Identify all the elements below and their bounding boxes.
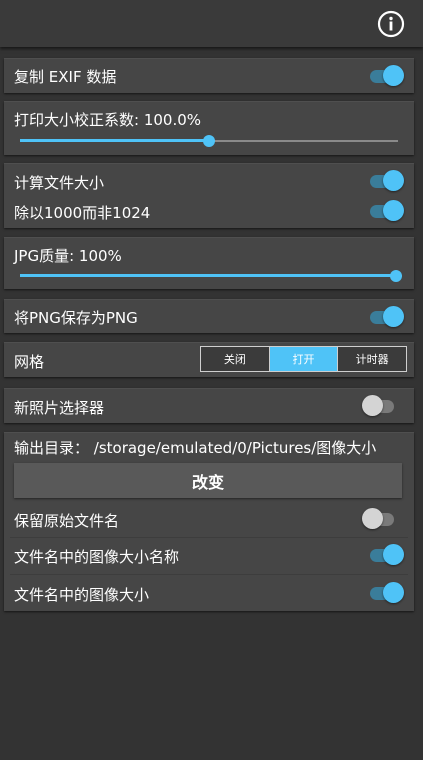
png-card: 将PNG保存为PNG <box>4 299 414 333</box>
top-app-bar <box>0 0 423 47</box>
output-card: 输出目录： /storage/emulated/0/Pictures/图像大小 … <box>4 432 414 611</box>
size-name-label: 文件名中的图像大小名称 <box>14 548 180 566</box>
file-size-card: 计算文件大小 除以1000而非1024 <box>4 163 414 228</box>
info-icon[interactable] <box>376 9 406 39</box>
print-size-slider[interactable] <box>20 131 398 151</box>
new-picker-card: 新照片选择器 <box>4 388 414 423</box>
copy-exif-card: 复制 EXIF 数据 <box>4 58 414 93</box>
new-picker-label: 新照片选择器 <box>14 399 105 417</box>
grid-label: 网格 <box>14 353 45 371</box>
output-dir-label: 输出目录： /storage/emulated/0/Pictures/图像大小 <box>14 439 377 457</box>
size-label: 文件名中的图像大小 <box>14 586 150 604</box>
grid-segmented-control: 关闭 打开 计时器 <box>200 346 407 372</box>
print-size-label: 打印大小校正系数: 100.0% <box>14 111 202 129</box>
change-button[interactable]: 改变 <box>14 463 402 498</box>
keep-name-label: 保留原始文件名 <box>14 512 120 530</box>
png-toggle[interactable] <box>368 305 404 329</box>
grid-option-off[interactable]: 关闭 <box>201 347 270 371</box>
jpg-quality-label: JPG质量: 100% <box>14 247 122 265</box>
size-toggle[interactable] <box>368 581 404 605</box>
grid-option-timer[interactable]: 计时器 <box>338 347 406 371</box>
png-label: 将PNG保存为PNG <box>14 309 138 327</box>
jpg-quality-slider[interactable] <box>20 266 402 286</box>
new-picker-toggle[interactable] <box>362 394 398 418</box>
keep-name-toggle[interactable] <box>362 507 398 531</box>
divide-1000-label: 除以1000而非1024 <box>14 204 151 222</box>
calc-file-size-label: 计算文件大小 <box>14 174 105 192</box>
calc-file-size-toggle[interactable] <box>368 169 404 193</box>
size-name-toggle[interactable] <box>368 543 404 567</box>
grid-option-on[interactable]: 打开 <box>269 347 339 371</box>
jpg-quality-card: JPG质量: 100% <box>4 237 414 289</box>
divide-1000-toggle[interactable] <box>368 199 404 223</box>
divider <box>10 537 408 538</box>
divider <box>10 574 408 575</box>
copy-exif-toggle[interactable] <box>368 64 404 88</box>
copy-exif-label: 复制 EXIF 数据 <box>14 68 117 86</box>
grid-card: 网格 关闭 打开 计时器 <box>4 342 414 377</box>
print-size-card: 打印大小校正系数: 100.0% <box>4 101 414 155</box>
